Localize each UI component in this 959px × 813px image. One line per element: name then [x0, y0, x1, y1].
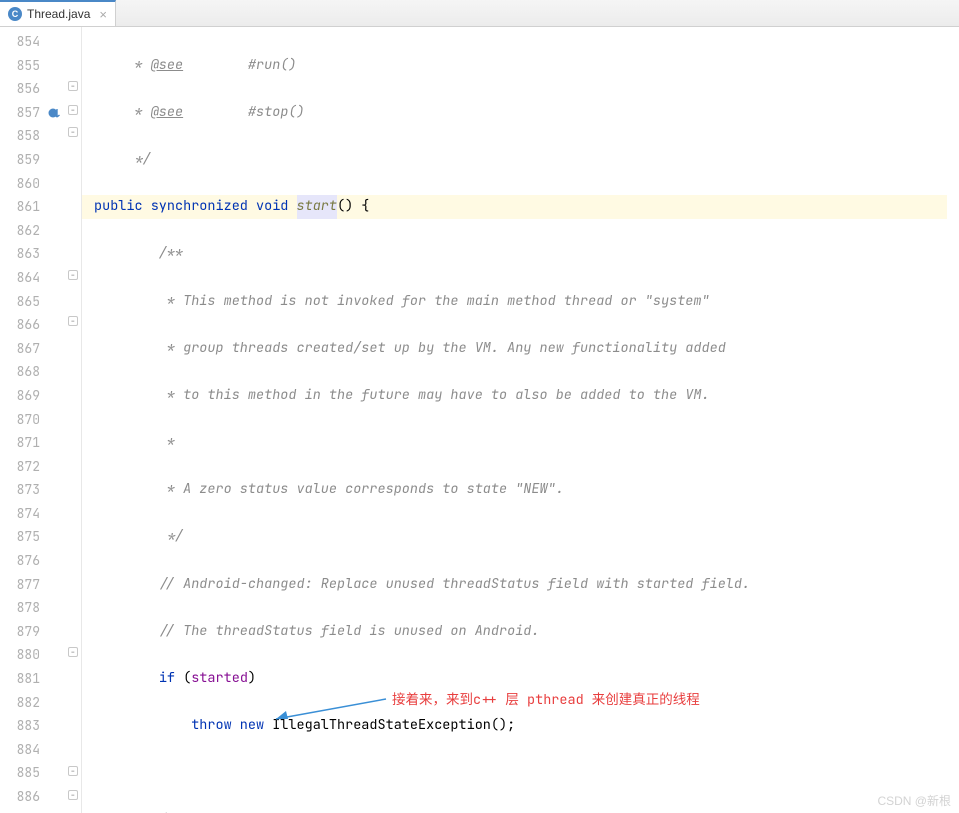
fold-collapse-icon[interactable]: − — [68, 790, 78, 800]
code-line: if (started) — [94, 667, 959, 691]
tab-thread-java[interactable]: C Thread.java × — [0, 0, 116, 26]
close-icon[interactable]: × — [95, 7, 107, 22]
line-number: 880 — [0, 643, 40, 667]
line-number: 869 — [0, 384, 40, 408]
tab-bar: C Thread.java × — [0, 0, 959, 27]
line-number-gutter: 8548558568578588598608618628638648658668… — [0, 27, 46, 813]
line-number: 860 — [0, 172, 40, 196]
line-number: 872 — [0, 455, 40, 479]
code-line: * @see #run() — [94, 54, 959, 78]
line-number: 861 — [0, 195, 40, 219]
code-line — [94, 761, 959, 785]
watermark: CSDN @新根 — [877, 792, 951, 809]
fold-collapse-icon[interactable]: − — [68, 127, 78, 137]
code-line: * group threads created/set up by the VM… — [94, 337, 959, 361]
line-number: 856 — [0, 77, 40, 101]
line-number: 854 — [0, 30, 40, 54]
line-number: 873 — [0, 478, 40, 502]
code-line: * This method is not invoked for the mai… — [94, 290, 959, 314]
code-line: // Android-changed: Replace unused threa… — [94, 573, 959, 597]
line-number: 864 — [0, 266, 40, 290]
tab-label: Thread.java — [27, 7, 90, 21]
code-area[interactable]: * @see #run() * @see #stop() */ public s… — [82, 27, 959, 813]
line-number: 863 — [0, 242, 40, 266]
gutter-marks: − − − − − − − − — [46, 27, 82, 813]
line-number: 870 — [0, 408, 40, 432]
line-number: 876 — [0, 549, 40, 573]
code-line: * to this method in the future may have … — [94, 384, 959, 408]
code-editor[interactable]: 8548558568578588598608618628638648658668… — [0, 27, 959, 813]
line-number: 868 — [0, 360, 40, 384]
line-number: 867 — [0, 337, 40, 361]
fold-collapse-icon[interactable]: − — [68, 647, 78, 657]
fold-collapse-icon[interactable]: − — [68, 766, 78, 776]
code-line: /** — [94, 242, 959, 266]
code-line: throw new IllegalThreadStateException(); — [94, 714, 959, 738]
line-number: 882 — [0, 691, 40, 715]
line-number: 883 — [0, 714, 40, 738]
line-number: 858 — [0, 124, 40, 148]
line-number: 885 — [0, 761, 40, 785]
line-number: 881 — [0, 667, 40, 691]
line-number: 879 — [0, 620, 40, 644]
code-line-current: public synchronized void start() { — [82, 195, 947, 219]
fold-collapse-icon[interactable]: − — [68, 270, 78, 280]
class-file-icon: C — [8, 7, 22, 21]
line-number: 874 — [0, 502, 40, 526]
line-number: 877 — [0, 573, 40, 597]
line-number: 886 — [0, 785, 40, 809]
code-line: /* Notify the group that this thread is … — [94, 809, 959, 813]
line-number: 855 — [0, 54, 40, 78]
code-line: * @see #stop() — [94, 101, 959, 125]
fold-collapse-icon[interactable]: − — [68, 316, 78, 326]
fold-expand-icon[interactable]: − — [68, 105, 78, 115]
line-number: 875 — [0, 525, 40, 549]
fold-collapse-icon[interactable]: − — [68, 81, 78, 91]
code-line: * — [94, 431, 959, 455]
line-number: 871 — [0, 431, 40, 455]
line-number: 859 — [0, 148, 40, 172]
line-number: 866 — [0, 313, 40, 337]
line-number: 865 — [0, 290, 40, 314]
code-line: */ — [94, 148, 959, 172]
line-number: 884 — [0, 738, 40, 762]
code-line: */ — [94, 525, 959, 549]
line-number: 878 — [0, 596, 40, 620]
code-line: * A zero status value corresponds to sta… — [94, 478, 959, 502]
annotation-text: 接着来，来到c++ 层 pthread 来创建真正的线程 — [392, 689, 700, 713]
line-number: 862 — [0, 219, 40, 243]
annotation-arrow-icon — [268, 695, 388, 725]
breakpoint-icon[interactable] — [48, 104, 62, 118]
code-line: // The threadStatus field is unused on A… — [94, 620, 959, 644]
line-number: 857 — [0, 101, 40, 125]
